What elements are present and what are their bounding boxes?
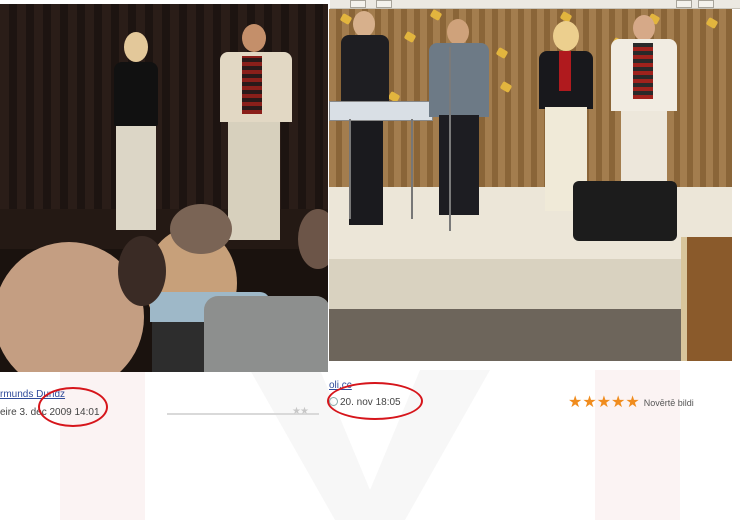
window-toolbar-strip [330,0,740,9]
photo-date-1: eire 3. dec 2009 14:01 [0,407,100,418]
rate-photo-label[interactable]: Novērtē bildi [644,398,694,408]
singer-male [214,24,298,242]
toolbar-button[interactable] [676,0,692,8]
watermark-logo [60,370,680,520]
author-link-1[interactable]: rmunds Dundz [0,389,65,400]
photo-band-stage[interactable] [329,9,732,361]
amplifier [681,237,732,361]
microphone-stand [449,47,451,231]
star-icon[interactable]: ★ [568,395,582,411]
keyboard-stand [349,119,413,219]
stage-front [329,259,732,309]
keyboard-instrument [329,101,433,121]
photo-date-2-text: 20. nov 18:05 [340,397,401,408]
toolbar-button[interactable] [376,0,392,8]
rating-widget[interactable]: ★ ★ ★ ★ ★ Novērtē bildi [568,395,694,411]
stage-speaker [573,181,677,241]
star-icon[interactable]: ★ [597,395,611,411]
hall-floor [329,309,732,361]
clock-icon [329,397,338,406]
star-icon[interactable]: ★ [611,395,625,411]
photo-date-2: 20. nov 18:05 [329,397,401,408]
photo-concert-dark[interactable] [0,4,328,372]
singer-grey-shirt [427,19,491,215]
toolbar-button[interactable] [698,0,714,8]
singer-female [108,28,164,238]
star-icon[interactable]: ★ [582,395,596,411]
singer-white-jacket [609,15,679,187]
star-icon[interactable]: ★ [625,395,639,411]
toolbar-button[interactable] [350,0,366,8]
author-link-2[interactable]: oli.cc [329,380,352,391]
faded-rating-icons: ★★ [292,406,309,417]
